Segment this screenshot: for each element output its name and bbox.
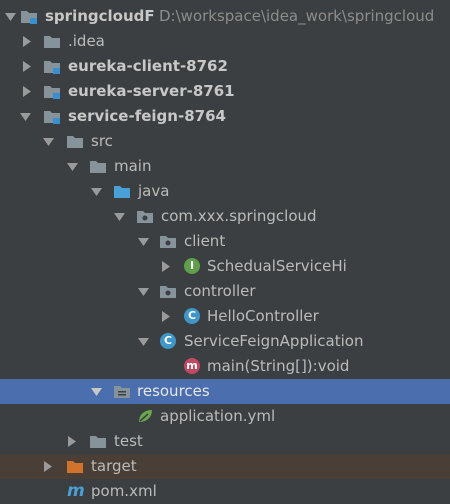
method-icon: m [184,358,200,374]
tree-label-schedual-service: SchedualServiceHi [207,257,347,275]
chevron-right-icon[interactable] [65,429,79,454]
folder-icon [66,133,84,150]
tree-label-main-method: main(String[]):void [207,357,350,375]
tree-row-main[interactable]: main [0,154,450,179]
chevron-right-icon[interactable] [159,304,173,329]
tree-row-application-yml[interactable]: application.yml [0,404,450,429]
chevron-right-icon[interactable] [41,454,55,479]
tree-label-package: com.xxx.springcloud [161,207,317,225]
chevron-down-icon[interactable] [65,154,79,179]
tree-label-idea: .idea [68,32,105,50]
tree-label-service-feign: service-feign-8764 [68,107,226,125]
folder-icon [43,33,61,50]
chevron-down-icon[interactable] [3,4,17,29]
tree-row-main-method[interactable]: m main(String[]):void [0,354,450,379]
tree-row-schedual-service[interactable]: I SchedualServiceHi [0,254,450,279]
package-icon [159,233,177,250]
chevron-right-icon[interactable] [20,54,34,79]
tree-row-hello-controller[interactable]: C HelloController [0,304,450,329]
spring-boot-class-icon: C [160,333,176,349]
tree-label-src: src [91,132,113,150]
source-folder-icon [113,183,131,200]
tree-label-eureka-server: eureka-server-8761 [68,82,235,100]
tree-label-eureka-client: eureka-client-8762 [68,57,228,75]
chevron-right-icon[interactable] [20,79,34,104]
tree-row-client[interactable]: client [0,229,450,254]
tree-row-eureka-server[interactable]: eureka-server-8761 [0,79,450,104]
chevron-down-icon[interactable] [136,279,150,304]
chevron-down-icon[interactable] [136,229,150,254]
spring-config-icon [136,408,154,425]
tree-row-test[interactable]: test [0,429,450,454]
tree-row-project-root[interactable]: springcloudF D:\workspace\idea_work\spri… [0,4,450,29]
tree-row-resources[interactable]: resources [0,379,450,404]
tree-row-eureka-client[interactable]: eureka-client-8762 [0,54,450,79]
tree-row-package[interactable]: com.xxx.springcloud [0,204,450,229]
module-folder-icon [20,8,38,25]
project-name: springcloudF [45,7,155,25]
tree-label-application-class: ServiceFeignApplication [184,332,364,350]
interface-icon: I [184,258,200,274]
tree-label-hello-controller: HelloController [207,307,319,325]
tree-row-pom[interactable]: m pom.xml [0,479,450,504]
resources-folder-icon [113,383,131,400]
tree-row-application-class[interactable]: C ServiceFeignApplication [0,329,450,354]
module-folder-icon [43,83,61,100]
tree-label-main: main [114,157,152,175]
tree-label-resources: resources [137,382,210,400]
tree-label-target: target [91,457,137,475]
tree-label-pom: pom.xml [91,482,157,500]
class-icon: C [184,308,200,324]
folder-icon [89,433,107,450]
tree-label-client: client [184,232,226,250]
chevron-down-icon[interactable] [112,204,126,229]
tree-row-target[interactable]: target [0,454,450,479]
tree-row-idea[interactable]: .idea [0,29,450,54]
chevron-right-icon[interactable] [20,29,34,54]
chevron-down-icon[interactable] [89,379,103,404]
chevron-down-icon[interactable] [136,329,150,354]
package-icon [159,283,177,300]
project-tree: springcloudF D:\workspace\idea_work\spri… [0,0,450,502]
excluded-folder-icon [66,458,84,475]
chevron-down-icon[interactable] [89,179,103,204]
maven-icon: m [67,481,85,501]
chevron-down-icon[interactable] [18,104,32,129]
folder-icon [89,158,107,175]
tree-row-service-feign[interactable]: service-feign-8764 [0,104,450,129]
project-path: D:\workspace\idea_work\springcloud [159,7,435,25]
tree-label-java: java [138,182,170,200]
tree-row-controller[interactable]: controller [0,279,450,304]
tree-row-src[interactable]: src [0,129,450,154]
tree-label-controller: controller [184,282,256,300]
tree-row-java[interactable]: java [0,179,450,204]
tree-label-test: test [114,432,143,450]
chevron-right-icon[interactable] [159,254,173,279]
module-folder-icon [43,108,61,125]
package-icon [136,208,154,225]
tree-label-application-yml: application.yml [160,407,276,425]
chevron-down-icon[interactable] [41,129,55,154]
module-folder-icon [43,58,61,75]
